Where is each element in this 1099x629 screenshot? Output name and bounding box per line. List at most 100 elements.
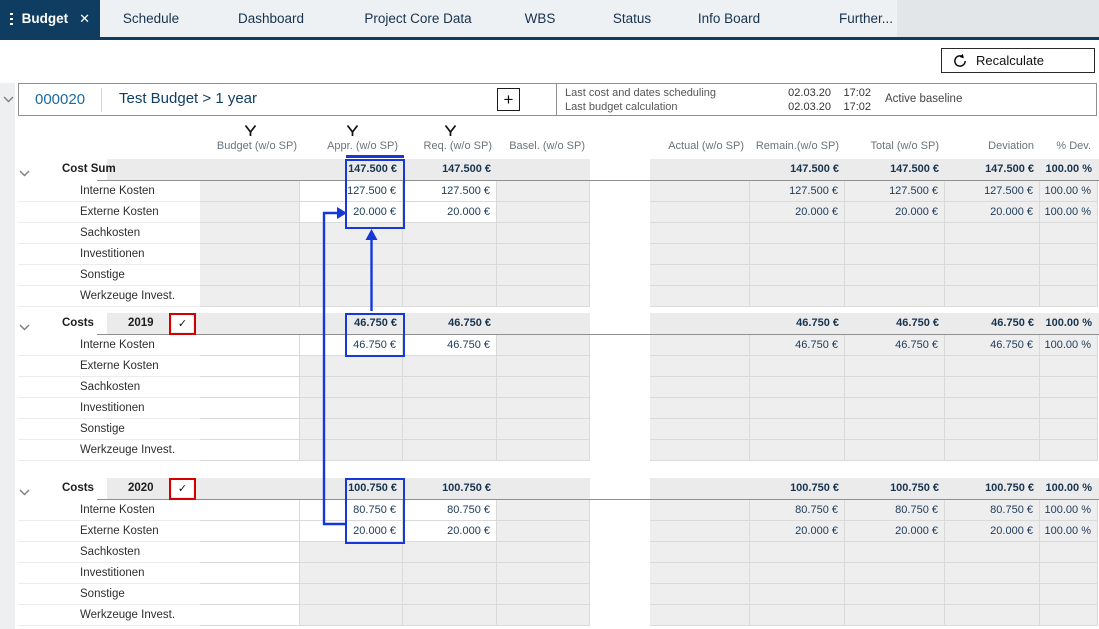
cell-total-investitionen-cost-sum	[845, 244, 945, 265]
group-expander-chevron-icon-costs-2020[interactable]	[19, 485, 31, 493]
cell-total-interne-kosten-costs-2020: 80.750 €	[845, 500, 945, 521]
add-button[interactable]: +	[497, 88, 520, 111]
column-header-budget[interactable]: Budget (w/o SP)	[200, 140, 303, 155]
cell-total-sachkosten-cost-sum	[845, 223, 945, 244]
cell-pdev-interne-kosten-costs-2019: 100.00 %	[1040, 335, 1098, 356]
cell-total-sonstige-costs-2019	[845, 419, 945, 440]
cell-actual-interne-kosten-costs-2019	[650, 335, 750, 356]
tab-wbs[interactable]: WBS	[525, 0, 556, 37]
tab-status[interactable]: Status	[613, 0, 651, 37]
group-label-costs-2020: Costs	[62, 478, 94, 499]
cell-req-investitionen-cost-sum	[403, 244, 497, 265]
cell-pdev-investitionen-costs-2020	[1040, 563, 1098, 584]
cell-appr-interne-kosten-costs-2019[interactable]: 46.750 €	[300, 335, 403, 356]
menu-icon[interactable]	[10, 10, 13, 28]
cell-req-interne-kosten-costs-2020[interactable]: 80.750 €	[403, 500, 497, 521]
cell-basel-externe-kosten-cost-sum	[497, 202, 590, 223]
cell-deviation-interne-kosten-cost-sum: 127.500 €	[945, 181, 1040, 202]
cell-appr-sonstige-costs-2019	[300, 419, 403, 440]
row-label-werkzeuge-invest--costs-2020: Werkzeuge Invest.	[18, 605, 200, 626]
cell-actual-sonstige-costs-2020	[650, 584, 750, 605]
cell-budget-investitionen-costs-2019[interactable]	[200, 398, 300, 419]
cell-req-externe-kosten-cost-sum[interactable]: 20.000 €	[403, 202, 497, 223]
column-header-deviation[interactable]: Deviation	[945, 140, 1040, 155]
cell-deviation-sonstige-cost-sum	[945, 265, 1040, 286]
row-label-sachkosten-costs-2020: Sachkosten	[18, 542, 200, 563]
project-expander-chevron-icon[interactable]	[3, 92, 14, 106]
column-header-remain[interactable]: Remain.(w/o SP)	[750, 140, 845, 155]
cell-req-externe-kosten-costs-2020[interactable]: 20.000 €	[403, 521, 497, 542]
cell-remain-investitionen-costs-2020	[750, 563, 845, 584]
cell-req-investitionen-costs-2020	[403, 563, 497, 584]
tab-budget-label: Budget	[22, 11, 69, 26]
group-expander-chevron-icon-cost-sum[interactable]	[19, 166, 31, 174]
cell-basel-investitionen-cost-sum	[497, 244, 590, 265]
cell-budget-investitionen-cost-sum	[200, 244, 300, 265]
cell-basel-werkzeuge-invest--cost-sum	[497, 286, 590, 307]
active-baseline-label: Active baseline	[885, 93, 962, 105]
cell-deviation-externe-kosten-cost-sum: 20.000 €	[945, 202, 1040, 223]
cell-budget-externe-kosten-costs-2020[interactable]	[200, 521, 300, 542]
cell-pdev-interne-kosten-cost-sum: 100.00 %	[1040, 181, 1098, 202]
cell-total-werkzeuge-invest--cost-sum	[845, 286, 945, 307]
group-total-appr-costs-2020: 100.750 €	[300, 478, 403, 499]
cell-total-interne-kosten-cost-sum: 127.500 €	[845, 181, 945, 202]
cell-appr-externe-kosten-costs-2020[interactable]: 20.000 €	[300, 521, 403, 542]
tab-info-board[interactable]: Info Board	[698, 0, 760, 37]
close-tab-icon[interactable]: ✕	[79, 11, 90, 27]
group-expander-chevron-icon-costs-2019[interactable]	[19, 320, 31, 328]
column-header-actual[interactable]: Actual (w/o SP)	[650, 140, 750, 155]
cell-deviation-externe-kosten-costs-2019	[945, 356, 1040, 377]
tab-project-core-data[interactable]: Project Core Data	[364, 0, 471, 37]
cell-budget-externe-kosten-cost-sum	[200, 202, 300, 223]
tab-dashboard[interactable]: Dashboard	[238, 0, 304, 37]
cell-actual-werkzeuge-invest--costs-2019	[650, 440, 750, 461]
group-total-remain-costs-2019: 46.750 €	[750, 313, 845, 334]
group-checkbox-costs-2020[interactable]: ✓	[172, 480, 193, 497]
cell-remain-externe-kosten-cost-sum: 20.000 €	[750, 202, 845, 223]
cell-budget-sachkosten-costs-2019[interactable]	[200, 377, 300, 398]
tab-further[interactable]: Further...	[839, 0, 893, 37]
cell-req-interne-kosten-cost-sum[interactable]: 127.500 €	[403, 181, 497, 202]
cell-appr-investitionen-costs-2020	[300, 563, 403, 584]
filter-icon-req[interactable]	[444, 124, 457, 140]
cell-budget-sonstige-costs-2020[interactable]	[200, 584, 300, 605]
column-header-total[interactable]: Total (w/o SP)	[845, 140, 945, 155]
cell-budget-sachkosten-costs-2020[interactable]	[200, 542, 300, 563]
column-header-basel[interactable]: Basel. (w/o SP)	[497, 140, 591, 155]
column-header-pdev[interactable]: % Dev.	[1040, 140, 1097, 155]
cell-appr-externe-kosten-cost-sum[interactable]: 20.000 €	[300, 202, 403, 223]
cell-budget-werkzeuge-invest--costs-2020[interactable]	[200, 605, 300, 626]
group-checkbox-costs-2019[interactable]: ✓	[172, 315, 193, 332]
row-label-werkzeuge-invest--cost-sum: Werkzeuge Invest.	[18, 286, 200, 307]
filter-icon-appr[interactable]	[346, 124, 359, 140]
cell-req-interne-kosten-costs-2019[interactable]: 46.750 €	[403, 335, 497, 356]
cell-appr-interne-kosten-cost-sum[interactable]: 127.500 €	[300, 181, 403, 202]
cell-budget-interne-kosten-costs-2019[interactable]	[200, 335, 300, 356]
cell-budget-externe-kosten-costs-2019[interactable]	[200, 356, 300, 377]
cell-deviation-werkzeuge-invest--costs-2020	[945, 605, 1040, 626]
recalculate-button[interactable]: Recalculate	[941, 48, 1095, 73]
cell-budget-sonstige-costs-2019[interactable]	[200, 419, 300, 440]
cell-budget-interne-kosten-costs-2020[interactable]	[200, 500, 300, 521]
column-header-req[interactable]: Req. (w/o SP)	[403, 140, 498, 155]
cell-remain-externe-kosten-costs-2020: 20.000 €	[750, 521, 845, 542]
cell-appr-interne-kosten-costs-2020[interactable]: 80.750 €	[300, 500, 403, 521]
cell-basel-sonstige-cost-sum	[497, 265, 590, 286]
group-total-appr-cost-sum: 147.500 €	[300, 159, 403, 180]
cell-actual-werkzeuge-invest--costs-2020	[650, 605, 750, 626]
group-total-total-costs-2019: 46.750 €	[845, 313, 945, 334]
last-scheduling-date: 02.03.20	[771, 87, 831, 99]
filter-icon-budget[interactable]	[244, 124, 257, 140]
cell-pdev-werkzeuge-invest--cost-sum	[1040, 286, 1098, 307]
cell-budget-werkzeuge-invest--costs-2019[interactable]	[200, 440, 300, 461]
row-label-sachkosten-costs-2019: Sachkosten	[18, 377, 200, 398]
tab-budget-active[interactable]: Budget ✕	[0, 0, 100, 37]
cell-basel-sachkosten-costs-2019	[497, 377, 590, 398]
cell-total-investitionen-costs-2019	[845, 398, 945, 419]
column-header-appr[interactable]: Appr. (w/o SP)	[303, 140, 404, 155]
cell-pdev-werkzeuge-invest--costs-2019	[1040, 440, 1098, 461]
cell-budget-investitionen-costs-2020[interactable]	[200, 563, 300, 584]
cell-remain-sonstige-costs-2019	[750, 419, 845, 440]
tab-schedule[interactable]: Schedule	[123, 0, 179, 37]
